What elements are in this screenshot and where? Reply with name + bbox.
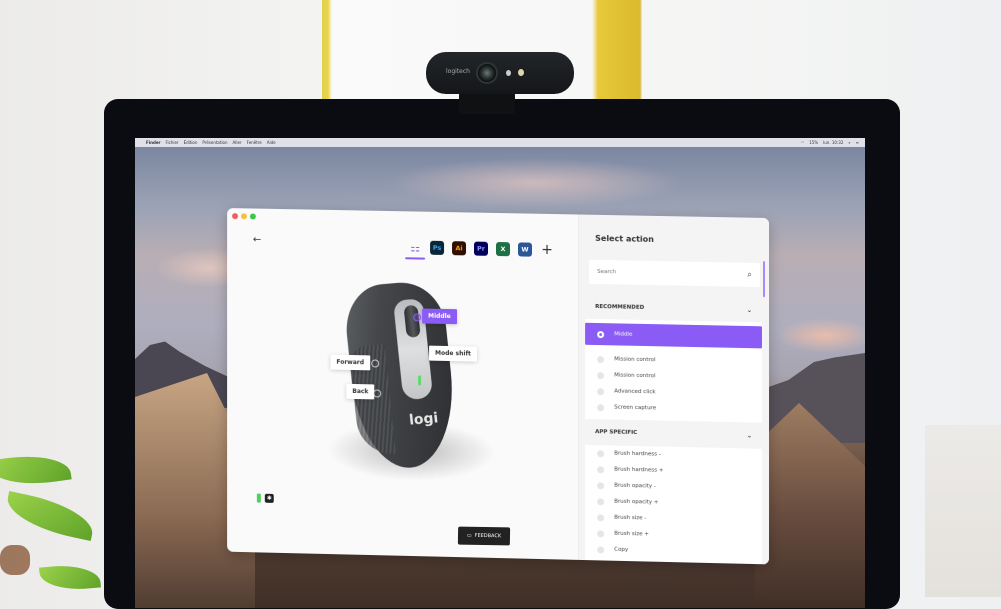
close-window-button[interactable] [232, 213, 239, 220]
wallpaper-cloud [385, 158, 685, 208]
feedback-button[interactable]: ▭ FEEDBACK [457, 526, 511, 546]
chevron-down-icon[interactable]: ⌄ [747, 432, 752, 439]
webcam: logitech [426, 52, 574, 94]
feedback-label: FEEDBACK [474, 532, 502, 540]
mouse-led-icon [418, 375, 422, 386]
callout-forward[interactable]: Forward [330, 354, 371, 371]
window-controls [232, 213, 256, 220]
action-item[interactable]: Copy [585, 541, 762, 561]
radio-icon[interactable] [597, 449, 605, 457]
control-center-icon[interactable]: ≡ [856, 140, 859, 145]
action-label: Brush size + [614, 530, 649, 538]
webcam-lens-icon [476, 62, 498, 84]
action-label: Middle [614, 331, 633, 338]
radio-icon[interactable] [597, 545, 605, 554]
radio-icon[interactable] [597, 481, 605, 489]
section-title: RECOMMENDED [595, 303, 645, 311]
tab-word[interactable]: W [518, 242, 533, 257]
webcam-sensor-icon [506, 70, 511, 76]
app-profile-tabs: ⚏ Ps Ai Pr X W + [408, 240, 554, 258]
back-button-hotspot[interactable] [373, 389, 382, 398]
action-label: Brush opacity - [614, 482, 656, 490]
action-label: Mission control [614, 372, 656, 380]
tab-premiere[interactable]: Pr [474, 241, 489, 256]
search-input[interactable] [597, 268, 748, 278]
plant-leaf [39, 562, 101, 593]
menu-aide[interactable]: Aide [267, 140, 276, 145]
section-app-specific-header[interactable]: APP SPECIFIC ⌄ [585, 422, 762, 446]
tab-excel[interactable]: X [496, 241, 511, 257]
menu-edition[interactable]: Édition [184, 140, 198, 145]
menu-fenetre[interactable]: Fenêtre [247, 140, 262, 145]
radio-icon[interactable] [597, 465, 605, 473]
minimize-window-button[interactable] [240, 213, 247, 220]
device-settings-icon[interactable]: ✱ [264, 493, 274, 503]
action-label: Brush hardness - [614, 450, 661, 458]
section-recommended-header[interactable]: RECOMMENDED ⌄ [585, 297, 762, 321]
menu-aller[interactable]: Aller [233, 140, 242, 145]
device-status: ✱ [256, 493, 274, 503]
callout-back[interactable]: Back [346, 383, 375, 400]
radio-icon[interactable] [597, 355, 605, 363]
webcam-mount [459, 92, 515, 114]
background-box [925, 425, 1001, 597]
action-item[interactable]: Screen capture [585, 399, 762, 419]
chevron-down-icon[interactable]: ⌄ [747, 306, 752, 313]
radio-icon[interactable] [597, 497, 605, 505]
panel-title: Select action [595, 233, 654, 244]
menu-presentation[interactable]: Présentation [202, 140, 227, 145]
action-label: Brush hardness + [614, 466, 664, 474]
search-icon[interactable]: ⌕ [747, 270, 752, 280]
menu-finder[interactable]: Finder [146, 140, 161, 145]
spotlight-search-icon[interactable]: ⌕ [848, 140, 850, 145]
panel-scrollbar[interactable] [762, 261, 765, 298]
logi-options-window: ← ⚏ Ps Ai Pr X W + logi Middle Mode shif… [227, 208, 770, 565]
recommended-actions-list: Middle Mission control Mission control A… [585, 318, 762, 423]
radio-icon[interactable] [597, 529, 605, 537]
action-label: Brush size - [614, 514, 647, 522]
wallpaper-cloud [775, 318, 865, 353]
tab-all-apps[interactable]: ⚏ [408, 240, 422, 254]
add-app-button[interactable]: + [540, 242, 554, 258]
action-search[interactable]: ⌕ [589, 259, 760, 288]
battery-icon [256, 493, 261, 503]
radio-icon[interactable] [597, 387, 605, 395]
forward-button-hotspot[interactable] [371, 359, 380, 368]
callout-mode-shift[interactable]: Mode shift [429, 345, 477, 362]
action-label: Copy [614, 546, 629, 554]
app-specific-actions-list: Brush hardness - Brush hardness + Brush … [585, 444, 762, 565]
mouse-brand-logo: logi [408, 410, 440, 429]
action-label: Mission control [614, 356, 656, 364]
radio-icon[interactable] [597, 403, 605, 411]
tab-photoshop[interactable]: Ps [430, 240, 445, 255]
section-title: APP SPECIFIC [595, 429, 638, 437]
plant-leaf [0, 449, 72, 491]
action-label: Advanced click [614, 388, 656, 396]
radio-icon[interactable] [597, 371, 605, 379]
radio-selected-icon[interactable] [597, 330, 605, 338]
radio-icon[interactable] [597, 513, 605, 521]
middle-button-hotspot[interactable] [413, 313, 422, 322]
plant-leaf [2, 490, 98, 542]
menubar-status: ◠ 15% lun. 10:32 ⌕ ≡ [801, 140, 859, 145]
battery-percentage[interactable]: 15% [809, 140, 818, 145]
callout-middle[interactable]: Middle [422, 308, 457, 325]
wifi-icon[interactable]: ◠ [801, 140, 805, 145]
plant-pot [0, 545, 30, 575]
select-action-panel: Select action ⌕ RECOMMENDED ⌄ Middle Mis… [578, 214, 770, 565]
menu-fichier[interactable]: Fichier [166, 140, 179, 145]
zoom-window-button[interactable] [249, 213, 256, 220]
webcam-brand-logo: logitech [446, 68, 470, 75]
action-label: Brush opacity + [614, 498, 659, 506]
tab-illustrator[interactable]: Ai [452, 241, 467, 256]
menubar-clock[interactable]: lun. 10:32 [823, 140, 843, 145]
feedback-icon: ▭ [466, 532, 472, 539]
os-menubar: Finder Fichier Édition Présentation Alle… [135, 138, 865, 147]
action-label: Screen capture [614, 404, 657, 412]
webcam-light-icon [518, 69, 524, 76]
back-arrow-icon[interactable]: ← [253, 234, 261, 245]
action-item[interactable]: Middle [585, 322, 762, 349]
